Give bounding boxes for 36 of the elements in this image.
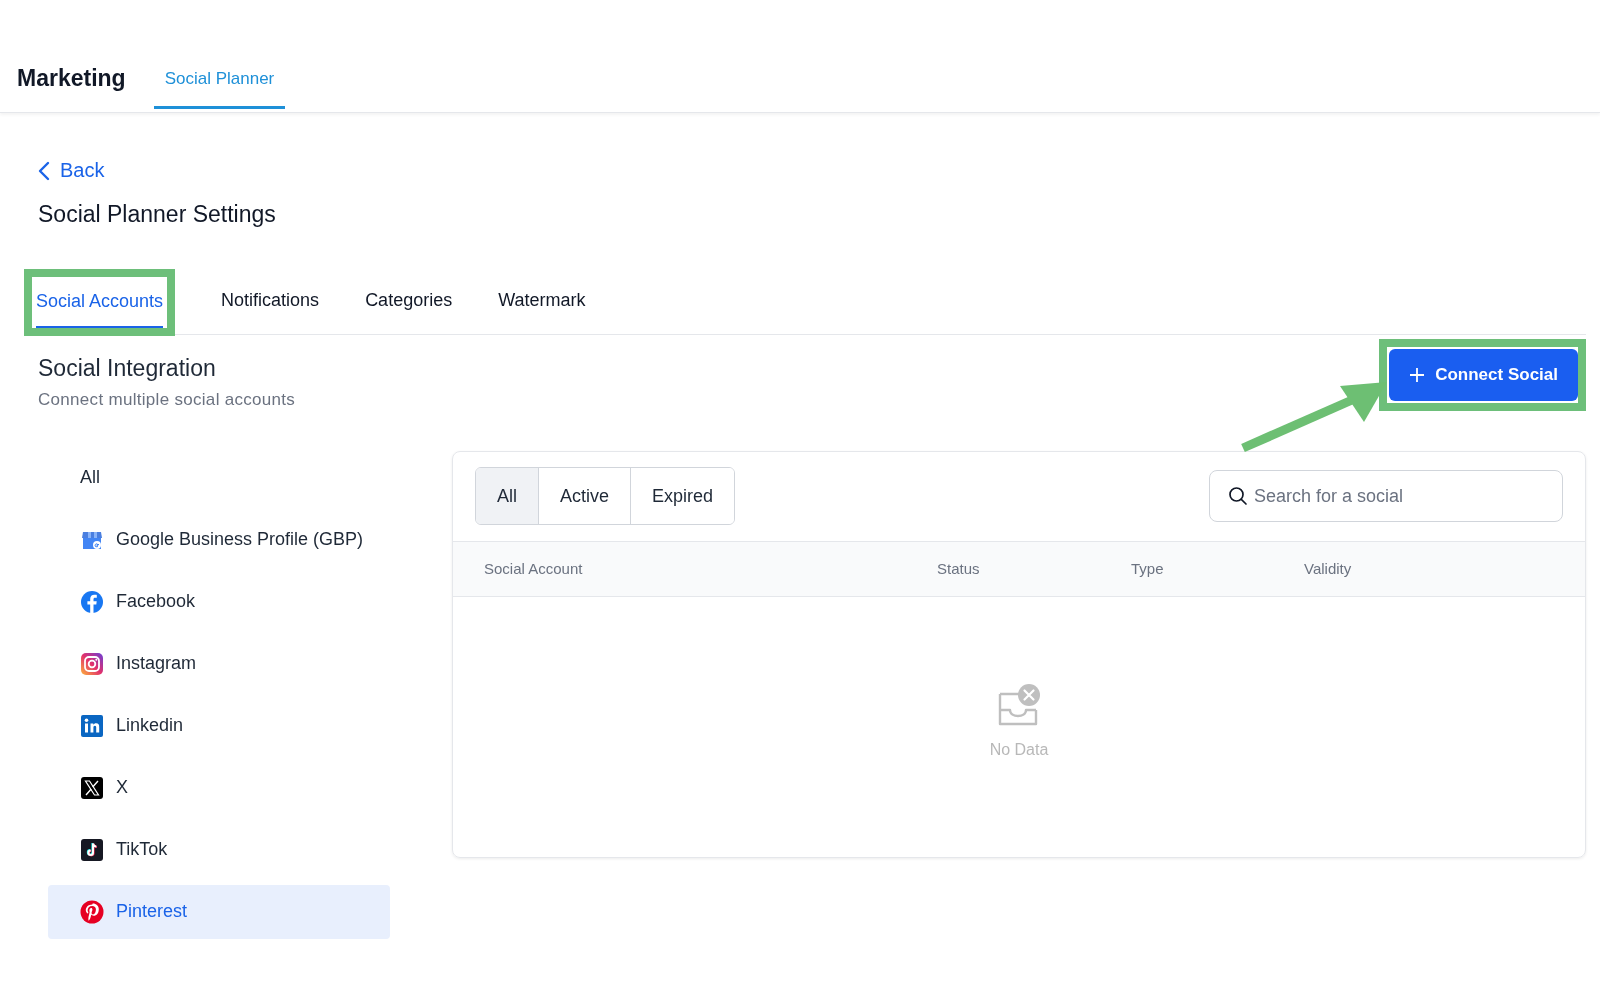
section-title: Marketing <box>17 65 126 92</box>
column-header: Type <box>1131 560 1165 577</box>
settings-tab[interactable]: Watermark <box>498 278 586 327</box>
search-icon <box>1228 486 1248 506</box>
linkedin-icon <box>80 713 104 738</box>
nav-tab[interactable]: Social Planner <box>153 69 286 109</box>
instagram-icon <box>80 651 104 676</box>
column-header: Social Account <box>484 560 584 577</box>
column-header: Status <box>937 560 981 577</box>
platform-item[interactable]: TikTok <box>48 822 390 877</box>
platform-item[interactable]: X <box>48 760 390 815</box>
pinterest-icon <box>80 899 104 924</box>
filter-tab[interactable]: Expired <box>630 468 735 524</box>
connect-social-button[interactable]: Connect Social <box>1389 348 1578 401</box>
platform-item[interactable]: All <box>48 450 390 505</box>
back-link[interactable]: Back <box>38 157 105 184</box>
platform-item[interactable]: Instagram <box>48 636 390 691</box>
settings-tab[interactable]: Notifications <box>221 278 320 327</box>
empty-message: No Data <box>989 740 1049 759</box>
platform-item[interactable]: Google Business Profile (GBP) <box>48 512 390 567</box>
chevron-left-icon <box>38 160 50 181</box>
platform-item[interactable]: Pinterest <box>48 884 390 939</box>
tiktok-icon <box>80 837 104 862</box>
column-header: Validity <box>1304 560 1353 577</box>
plus-icon <box>1409 366 1426 383</box>
x-logo-icon <box>80 775 104 800</box>
settings-tab[interactable]: Social Accounts <box>36 279 164 328</box>
platform-item[interactable]: Linkedin <box>48 698 390 753</box>
search-field[interactable]: Search for a social <box>1209 470 1563 522</box>
platform-item[interactable]: Facebook <box>48 574 390 629</box>
filter-tab[interactable]: All <box>476 468 538 524</box>
section-subtitle: Connect multiple social accounts <box>38 389 296 410</box>
page-title: Social Planner Settings <box>38 200 277 228</box>
settings-tab[interactable]: Categories <box>365 278 453 327</box>
facebook-icon <box>80 589 104 614</box>
section-title: Social Integration <box>38 354 217 382</box>
